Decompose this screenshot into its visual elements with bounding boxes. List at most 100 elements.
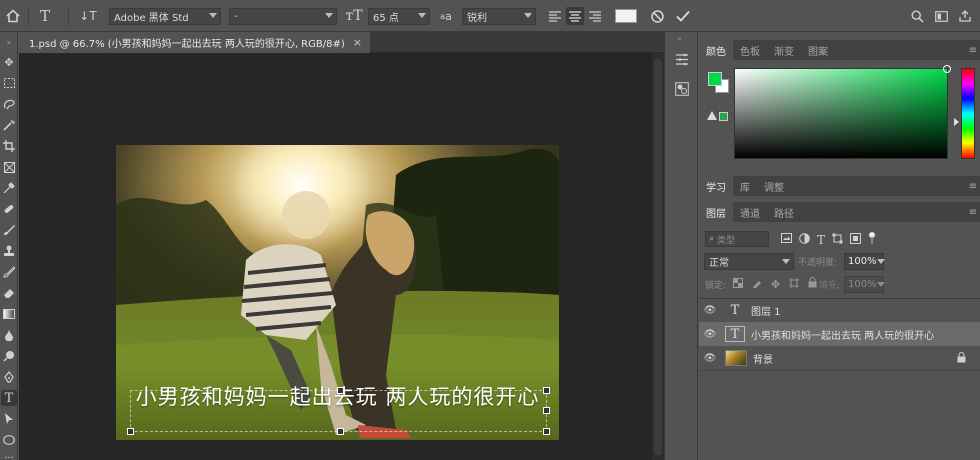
lasso-tool-icon[interactable] — [1, 96, 17, 112]
healing-brush-tool-icon[interactable] — [1, 201, 17, 217]
ellipse-tool-icon[interactable] — [1, 432, 17, 448]
frame-tool-icon[interactable] — [1, 159, 17, 175]
transform-handle[interactable] — [543, 387, 550, 394]
tab-channels[interactable]: 通道 — [733, 202, 767, 222]
clone-stamp-tool-icon[interactable] — [1, 243, 17, 259]
transform-handle[interactable] — [127, 428, 134, 435]
panel-menu-icon[interactable]: ≡ — [969, 45, 977, 56]
chevron-down-icon — [524, 13, 532, 18]
color-picker-marker[interactable] — [943, 65, 951, 73]
cancel-icon[interactable] — [648, 7, 666, 25]
vertical-scrollbar[interactable] — [652, 53, 664, 460]
tab-color[interactable]: 颜色 — [699, 40, 733, 60]
pen-tool-icon[interactable] — [1, 369, 17, 385]
properties-panel-icon[interactable] — [673, 50, 691, 68]
layer-row-selected[interactable]: 👁 T 小男孩和妈妈一起出去玩 两人玩的很开心 — [699, 322, 980, 346]
search-icon[interactable] — [909, 7, 925, 25]
hue-slider-arrow-icon[interactable] — [954, 118, 959, 126]
tab-layers[interactable]: 图层 — [699, 202, 733, 222]
filter-toggle-icon[interactable] — [868, 232, 876, 247]
layer-filter-select[interactable]: ⌕ 类型 — [705, 231, 769, 247]
close-tab-icon[interactable]: × — [353, 36, 362, 49]
layer-name[interactable]: 背景 — [753, 351, 773, 366]
canvas-image[interactable]: 小男孩和妈妈一起出去玩 两人玩的很开心 — [116, 145, 559, 440]
anti-alias-select[interactable]: 锐利 — [462, 8, 536, 25]
visibility-eye-icon[interactable]: 👁 — [699, 305, 721, 316]
document-tab[interactable]: 1.psd @ 66.7% (小男孩和妈妈一起出去玩 两人玩的很开心, RGB/… — [19, 32, 370, 53]
transform-handle[interactable] — [543, 428, 550, 435]
visibility-eye-icon[interactable]: 👁 — [699, 329, 721, 340]
font-size-select[interactable]: 65 点 — [368, 8, 430, 25]
type-tool-icon[interactable]: T — [1, 390, 17, 406]
text-color-swatch[interactable] — [615, 9, 637, 23]
home-icon[interactable] — [4, 7, 22, 25]
path-selection-tool-icon[interactable] — [1, 411, 17, 427]
toggle-text-orientation-icon[interactable]: ↓T — [78, 7, 98, 25]
chevron-down-icon[interactable] — [877, 259, 885, 264]
layers-panel-tabs: 图层 通道 路径 ≡ — [699, 202, 980, 222]
hue-slider[interactable] — [961, 68, 975, 159]
tab-paths[interactable]: 路径 — [767, 202, 801, 222]
blur-tool-icon[interactable] — [1, 327, 17, 343]
lock-image-icon[interactable] — [752, 278, 762, 291]
foreground-color-swatch[interactable] — [708, 72, 722, 86]
adjustment-filter-icon[interactable] — [799, 232, 810, 247]
gradient-tool-icon[interactable] — [1, 306, 17, 322]
collapse-chevrons-icon[interactable]: « — [677, 34, 682, 43]
move-tool-icon[interactable]: ✥ — [1, 54, 17, 70]
font-size-value: 65 点 — [373, 13, 399, 24]
share-icon[interactable] — [957, 7, 973, 25]
lock-all-icon[interactable] — [808, 277, 817, 291]
panel-menu-icon[interactable]: ≡ — [969, 207, 977, 218]
tab-learn[interactable]: 学习 — [699, 176, 733, 196]
blend-mode-select[interactable]: 正常 — [704, 253, 794, 270]
tab-patterns[interactable]: 图案 — [801, 40, 835, 60]
tab-adjustments[interactable]: 调整 — [757, 176, 791, 196]
shape-filter-icon[interactable] — [832, 233, 843, 247]
crop-tool-icon[interactable] — [1, 138, 17, 154]
align-center-icon[interactable] — [566, 7, 584, 25]
color-field[interactable] — [734, 65, 951, 159]
tab-swatches[interactable]: 色板 — [733, 40, 767, 60]
align-left-icon[interactable] — [547, 7, 563, 25]
adjustments-panel-icon[interactable] — [673, 80, 691, 98]
transform-handle[interactable] — [337, 387, 344, 394]
eyedropper-tool-icon[interactable] — [1, 180, 17, 196]
layer-name[interactable]: 小男孩和妈妈一起出去玩 两人玩的很开心 — [751, 327, 934, 342]
lock-artboard-icon[interactable] — [789, 277, 800, 291]
workspace-icon[interactable] — [933, 7, 949, 25]
chevron-down-icon[interactable] — [877, 282, 885, 287]
text-filter-icon[interactable]: T — [817, 233, 825, 247]
lock-position-icon[interactable]: ✥ — [771, 278, 780, 291]
panel-menu-icon[interactable]: ≡ — [969, 181, 977, 192]
scrollbar-thumb[interactable] — [654, 59, 662, 455]
web-safe-swatch[interactable] — [719, 112, 728, 121]
visibility-eye-icon[interactable]: 👁 — [699, 353, 721, 364]
magic-wand-tool-icon[interactable] — [1, 117, 17, 133]
image-filter-icon[interactable] — [781, 233, 792, 246]
dodge-tool-icon[interactable] — [1, 348, 17, 364]
text-tool-icon[interactable]: T — [36, 7, 54, 25]
lock-transparent-icon[interactable] — [733, 277, 743, 291]
layer-row[interactable]: 👁 背景 — [699, 346, 980, 370]
image-layer-thumbnail — [725, 350, 747, 366]
layer-name[interactable]: 图层 1 — [751, 303, 781, 318]
warning-icon[interactable] — [707, 111, 717, 120]
anti-alias-value: 锐利 — [467, 13, 487, 24]
smart-object-filter-icon[interactable] — [850, 232, 862, 247]
transform-handle[interactable] — [543, 407, 550, 414]
tab-gradients[interactable]: 渐变 — [767, 40, 801, 60]
transform-handle[interactable] — [337, 428, 344, 435]
font-family-select[interactable]: Adobe 黑体 Std — [109, 8, 221, 25]
more-tools-icon[interactable]: ··· — [1, 450, 17, 460]
marquee-tool-icon[interactable] — [1, 75, 17, 91]
align-right-icon[interactable] — [587, 7, 603, 25]
brush-tool-icon[interactable] — [1, 222, 17, 238]
history-brush-tool-icon[interactable] — [1, 264, 17, 280]
collapse-chevrons-icon[interactable]: » — [1, 34, 17, 50]
layer-row[interactable]: 👁 T 图层 1 — [699, 298, 980, 322]
eraser-tool-icon[interactable] — [1, 285, 17, 301]
tab-libraries[interactable]: 库 — [733, 176, 757, 196]
font-style-select[interactable]: - — [229, 8, 337, 25]
commit-check-icon[interactable] — [674, 7, 692, 25]
